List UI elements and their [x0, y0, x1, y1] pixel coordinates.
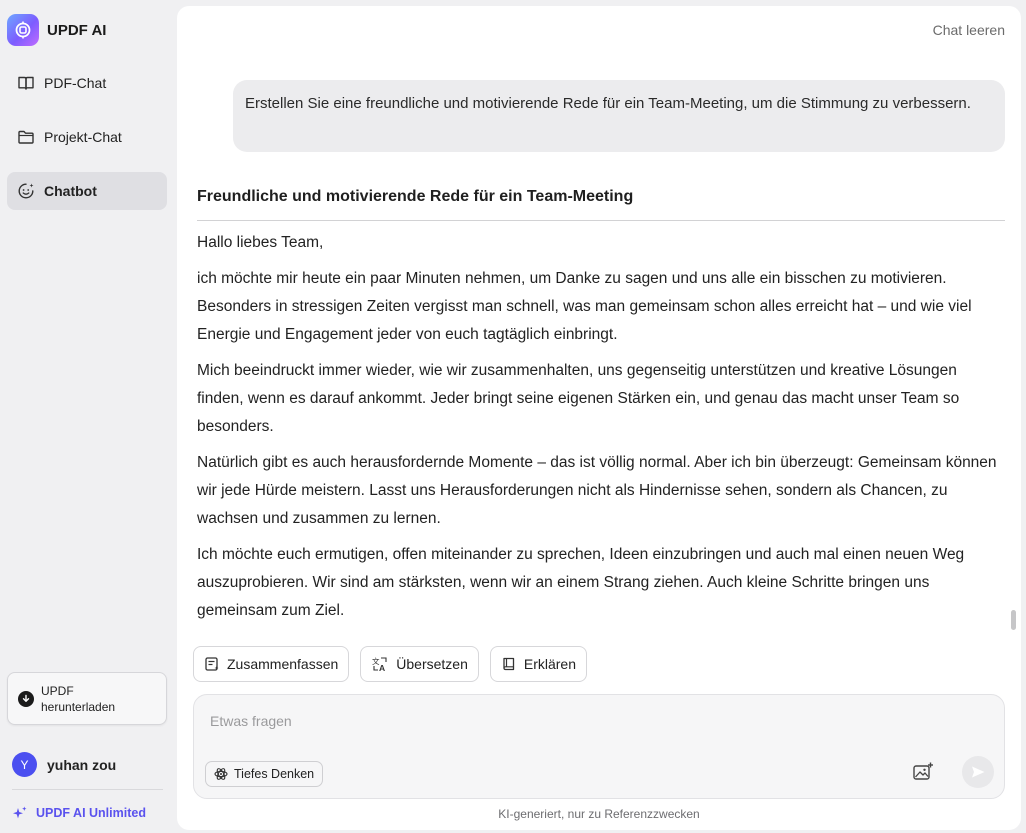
answer-paragraph: ich möchte mir heute ein paar Minuten ne… [197, 270, 972, 343]
plan-label: UPDF AI Unlimited [36, 806, 146, 820]
message-input[interactable]: Etwas fragen [210, 713, 292, 729]
app-name: UPDF AI [47, 21, 107, 39]
message-composer[interactable]: Etwas fragen Tiefes Denken [193, 694, 1005, 799]
send-icon [972, 766, 985, 778]
updf-ai-logo-icon [7, 14, 39, 46]
book-open-icon [18, 76, 34, 90]
sidebar-item-label: Projekt-Chat [44, 129, 122, 145]
translate-button[interactable]: 文 A Übersetzen [360, 646, 479, 682]
plan-link[interactable]: UPDF AI Unlimited [12, 805, 146, 821]
summarize-button[interactable]: Zusammenfassen [193, 646, 350, 682]
quick-actions: Zusammenfassen 文 A Übersetzen Erklären [193, 646, 588, 682]
deep-think-toggle[interactable]: Tiefes Denken [205, 761, 324, 787]
atom-icon [214, 768, 228, 780]
sidebar-item-label: Chatbot [44, 183, 97, 199]
download-icon [18, 690, 34, 707]
image-upload-button[interactable] [912, 761, 934, 783]
answer-paragraph: Natürlich gibt es auch herausfordernde M… [197, 454, 997, 527]
explain-label: Erklären [523, 656, 577, 672]
sidebar-item-chatbot[interactable]: Chatbot [7, 172, 167, 210]
book-icon [503, 657, 515, 671]
sidebar-item-projekt-chat[interactable]: Projekt-Chat [7, 118, 167, 156]
user-message: Erstellen Sie eine freundliche und motiv… [233, 80, 1005, 152]
sidebar-divider [12, 789, 163, 790]
ai-answer: Freundliche und motivierende Rede für ei… [197, 184, 1005, 625]
explain-button[interactable]: Erklären [489, 646, 588, 682]
chat-panel: Chat leeren Erstellen Sie eine freundlic… [177, 6, 1021, 830]
deep-think-label: Tiefes Denken [234, 767, 315, 781]
send-button[interactable] [962, 756, 994, 788]
svg-text:A: A [379, 663, 385, 672]
answer-paragraph: Hallo liebes Team, [197, 234, 324, 251]
bot-face-icon [18, 183, 34, 199]
clear-chat-button[interactable]: Chat leeren [933, 22, 1005, 38]
user-profile[interactable]: Y yuhan zou [12, 752, 116, 777]
translate-icon: 文 A [372, 656, 387, 672]
scrollbar-thumb[interactable] [1011, 610, 1016, 630]
translate-label: Übersetzen [396, 656, 468, 672]
sparkle-icon [13, 806, 27, 819]
sidebar: UPDF AI PDF-Chat Projekt-Chat Chatbot UP… [0, 0, 176, 833]
answer-paragraph: Ich möchte euch ermutigen, offen miteina… [197, 546, 965, 619]
answer-paragraph: Mich beeindruckt immer wieder, wie wir z… [197, 362, 960, 435]
sidebar-item-pdf-chat[interactable]: PDF-Chat [7, 64, 167, 102]
summarize-label: Zusammenfassen [227, 656, 339, 672]
avatar: Y [12, 752, 37, 777]
sidebar-item-label: PDF-Chat [44, 75, 107, 91]
download-label: UPDF herunterladen [41, 683, 116, 714]
user-name: yuhan zou [47, 756, 117, 773]
summary-icon [205, 657, 219, 671]
answer-title: Freundliche und motivierende Rede für ei… [197, 184, 1005, 221]
download-updf-button[interactable]: UPDF herunterladen [7, 672, 167, 725]
brand[interactable]: UPDF AI [7, 13, 106, 47]
folder-icon [18, 130, 34, 144]
image-add-icon [913, 762, 933, 780]
ai-disclaimer: KI-generiert, nur zu Referenzzwecken [498, 807, 700, 821]
